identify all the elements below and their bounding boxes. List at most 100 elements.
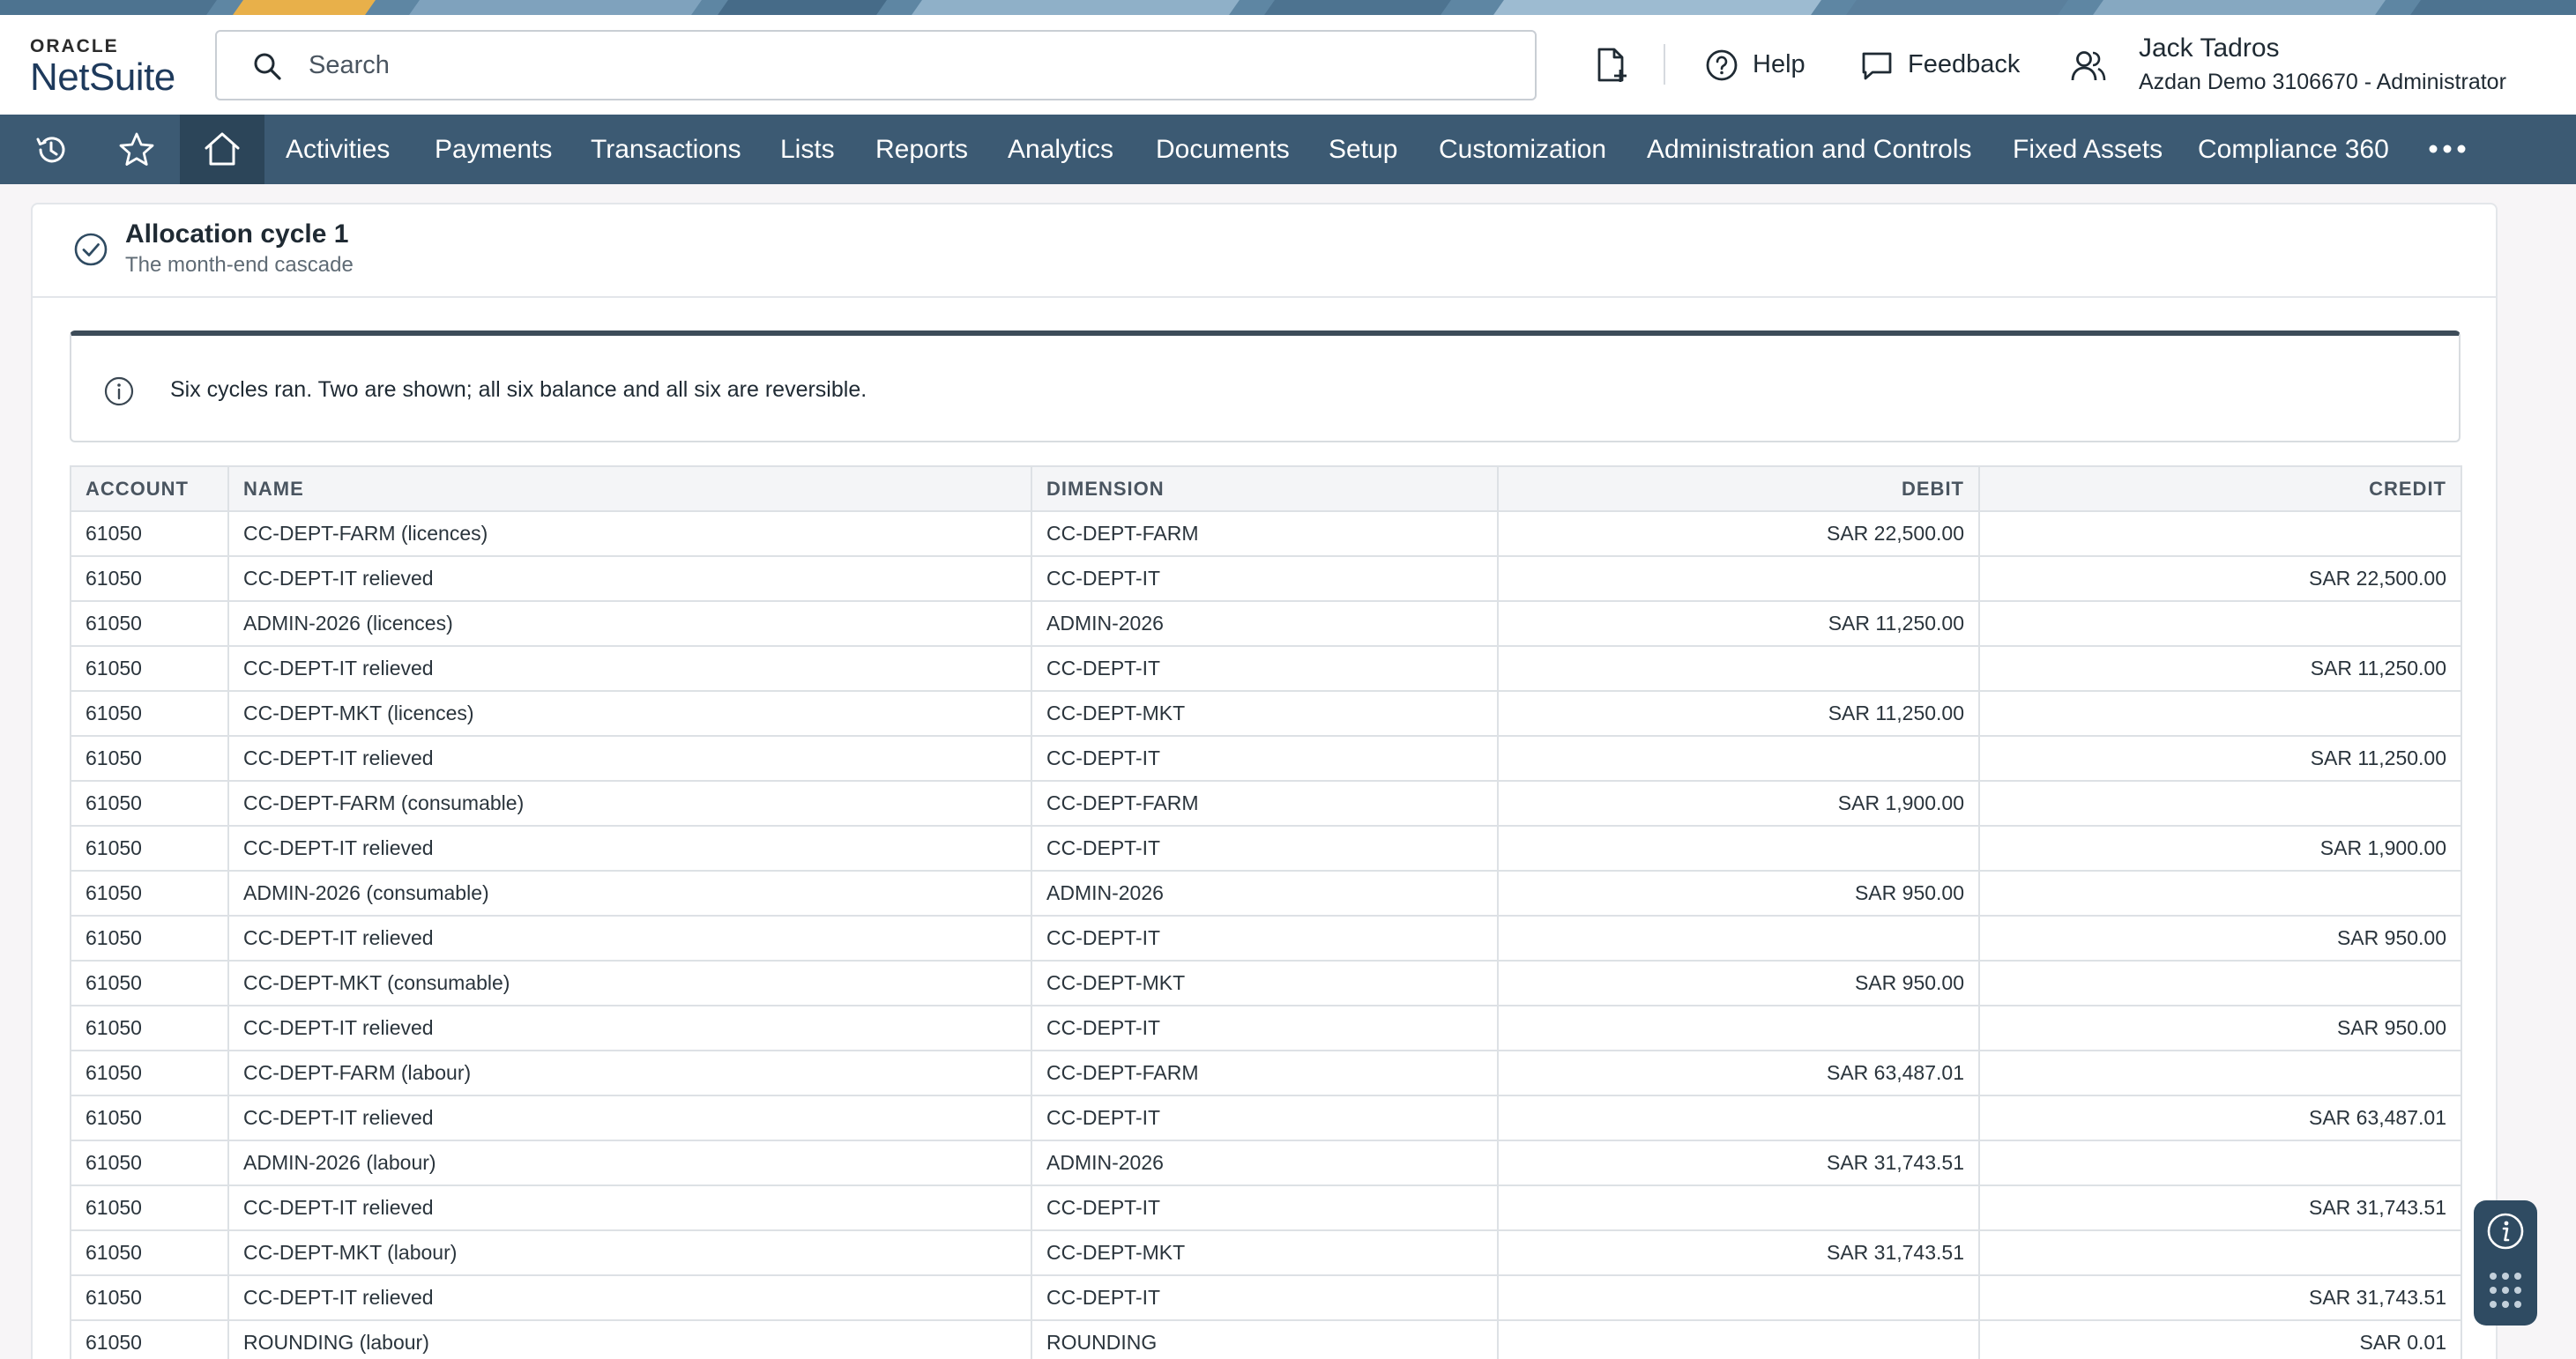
cell-account: 61050	[70, 915, 229, 962]
cell-name: CC-DEPT-IT relieved	[227, 1005, 1032, 1051]
search-input[interactable]	[309, 48, 1508, 83]
nav-transactions[interactable]: Transactions	[591, 134, 741, 166]
cell-debit	[1497, 1095, 1980, 1141]
cell-account: 61050	[70, 1005, 229, 1051]
cell-debit: SAR 11,250.00	[1497, 600, 1980, 647]
cell-account: 61050	[70, 1050, 229, 1096]
check-circle-icon	[74, 233, 108, 266]
table-row[interactable]: 61050 CC-DEPT-IT relieved CC-DEPT-IT SAR 95…	[70, 915, 2462, 962]
cell-dimension: CC-DEPT-IT	[1031, 555, 1499, 602]
table-row[interactable]: 61050 CC-DEPT-IT relieved CC-DEPT-IT SAR 95…	[70, 1005, 2462, 1051]
nav-fixed-assets[interactable]: Fixed Assets	[2013, 134, 2163, 166]
cell-account: 61050	[70, 1319, 229, 1359]
cell-debit	[1497, 645, 1980, 692]
table-row[interactable]: 61050 CC-DEPT-MKT (labour) CC-DEPT-MKT SAR …	[70, 1229, 2462, 1276]
cell-name: CC-DEPT-IT relieved	[227, 1274, 1032, 1321]
user-roles-icon[interactable]	[2070, 48, 2107, 84]
star-icon[interactable]	[118, 131, 155, 168]
table-row[interactable]: 61050 CC-DEPT-FARM (consumable) CC-DEPT-FA…	[70, 780, 2462, 827]
cell-dimension: CC-DEPT-IT	[1031, 915, 1499, 962]
nav-compliance-360[interactable]: Compliance 360	[2198, 134, 2389, 166]
cell-debit	[1497, 825, 1980, 872]
table-row[interactable]: 61050 CC-DEPT-IT relieved CC-DEPT-IT SAR 11…	[70, 645, 2462, 692]
cell-name: ROUNDING (labour)	[227, 1319, 1032, 1359]
table-row[interactable]: 61050 CC-DEPT-IT relieved CC-DEPT-IT SAR 63…	[70, 1095, 2462, 1141]
nav-setup[interactable]: Setup	[1329, 134, 1397, 166]
cell-dimension: CC-DEPT-FARM	[1031, 780, 1499, 827]
cell-debit: SAR 950.00	[1497, 960, 1980, 1006]
help-link[interactable]: Help	[1753, 49, 1805, 79]
cell-dimension: CC-DEPT-IT	[1031, 1184, 1499, 1231]
info-text: Six cycles ran. Two are shown; all six b…	[170, 377, 867, 402]
cell-dimension: CC-DEPT-IT	[1031, 825, 1499, 872]
info-icon	[104, 376, 134, 406]
cell-debit: SAR 11,250.00	[1497, 690, 1980, 737]
cell-credit	[1978, 780, 2462, 827]
nav-payments[interactable]: Payments	[435, 134, 552, 166]
cell-debit	[1497, 735, 1980, 782]
ellipsis-icon[interactable]	[2428, 144, 2467, 154]
feedback-link[interactable]: Feedback	[1908, 49, 2020, 79]
table-row[interactable]: 61050 CC-DEPT-MKT (consumable) CC-DEPT-MKT…	[70, 960, 2462, 1006]
cell-credit: SAR 1,900.00	[1978, 825, 2462, 872]
netsuite-logo[interactable]: ORACLE NetSuite	[30, 36, 189, 98]
cell-debit: SAR 31,743.51	[1497, 1140, 1980, 1186]
col-dimension[interactable]: DIMENSION	[1031, 465, 1499, 512]
cell-name: CC-DEPT-IT relieved	[227, 1095, 1032, 1141]
cell-debit	[1497, 555, 1980, 602]
floating-help-widget[interactable]	[2474, 1200, 2537, 1326]
col-name[interactable]: NAME	[227, 465, 1032, 512]
cell-credit: SAR 22,500.00	[1978, 555, 2462, 602]
table-row[interactable]: 61050 CC-DEPT-IT relieved CC-DEPT-IT SAR 31…	[70, 1274, 2462, 1321]
help-icon[interactable]	[1705, 48, 1738, 82]
info-icon[interactable]	[2485, 1211, 2526, 1251]
main-navigation: Activities Payments Transactions Lists R…	[0, 115, 2576, 184]
user-name[interactable]: Jack Tadros	[2139, 33, 2280, 64]
table-row[interactable]: 61050 CC-DEPT-FARM (labour) CC-DEPT-FARM SA…	[70, 1050, 2462, 1096]
cell-name: CC-DEPT-IT relieved	[227, 555, 1032, 602]
global-search[interactable]	[215, 30, 1537, 100]
cycle-header[interactable]: Allocation cycle 1 The month-end cascade	[33, 204, 2498, 298]
cell-account: 61050	[70, 960, 229, 1006]
history-icon[interactable]	[34, 132, 69, 167]
table-row[interactable]: 61050 ADMIN-2026 (labour) ADMIN-2026 SAR 31…	[70, 1140, 2462, 1186]
col-debit[interactable]: DEBIT	[1497, 465, 1980, 512]
cell-account: 61050	[70, 600, 229, 647]
cell-debit	[1497, 1319, 1980, 1359]
col-account[interactable]: ACCOUNT	[70, 465, 229, 512]
table-row[interactable]: 61050 ROUNDING (labour) ROUNDING SAR 0.01	[70, 1319, 2462, 1359]
cell-dimension: ADMIN-2026	[1031, 600, 1499, 647]
nav-administration-and-controls[interactable]: Administration and Controls	[1647, 134, 1972, 166]
cell-account: 61050	[70, 1095, 229, 1141]
cell-name: CC-DEPT-FARM (labour)	[227, 1050, 1032, 1096]
table-row[interactable]: 61050 CC-DEPT-MKT (licences) CC-DEPT-MKT SA…	[70, 690, 2462, 737]
document-plus-icon[interactable]	[1594, 47, 1629, 84]
cell-name: ADMIN-2026 (consumable)	[227, 870, 1032, 917]
table-row[interactable]: 61050 CC-DEPT-FARM (licences) CC-DEPT-FARM…	[70, 510, 2462, 557]
home-icon[interactable]	[203, 130, 242, 167]
nav-lists[interactable]: Lists	[780, 134, 835, 166]
cell-name: CC-DEPT-IT relieved	[227, 825, 1032, 872]
cell-credit: SAR 63,487.01	[1978, 1095, 2462, 1141]
nav-activities[interactable]: Activities	[286, 134, 390, 166]
col-credit[interactable]: CREDIT	[1978, 465, 2462, 512]
nav-documents[interactable]: Documents	[1156, 134, 1290, 166]
cell-name: CC-DEPT-MKT (labour)	[227, 1229, 1032, 1276]
table-row[interactable]: 61050 CC-DEPT-IT relieved CC-DEPT-IT SAR 11…	[70, 735, 2462, 782]
cell-credit: SAR 11,250.00	[1978, 735, 2462, 782]
cell-credit	[1978, 510, 2462, 557]
table-row[interactable]: 61050 CC-DEPT-IT relieved CC-DEPT-IT SAR 22…	[70, 555, 2462, 602]
nav-analytics[interactable]: Analytics	[1008, 134, 1113, 166]
cell-dimension: ROUNDING	[1031, 1319, 1499, 1359]
table-row[interactable]: 61050 ADMIN-2026 (licences) ADMIN-2026 SAR …	[70, 600, 2462, 647]
table-row[interactable]: 61050 CC-DEPT-IT relieved CC-DEPT-IT SAR 1,…	[70, 825, 2462, 872]
grid-dots-icon[interactable]	[2488, 1271, 2523, 1310]
table-row[interactable]: 61050 CC-DEPT-IT relieved CC-DEPT-IT SAR 31…	[70, 1184, 2462, 1231]
nav-customization[interactable]: Customization	[1439, 134, 1606, 166]
cell-debit	[1497, 1184, 1980, 1231]
feedback-icon[interactable]	[1860, 50, 1894, 82]
cell-credit: SAR 11,250.00	[1978, 645, 2462, 692]
cell-dimension: CC-DEPT-IT	[1031, 1274, 1499, 1321]
table-row[interactable]: 61050 ADMIN-2026 (consumable) ADMIN-2026 SA…	[70, 870, 2462, 917]
nav-reports[interactable]: Reports	[875, 134, 968, 166]
